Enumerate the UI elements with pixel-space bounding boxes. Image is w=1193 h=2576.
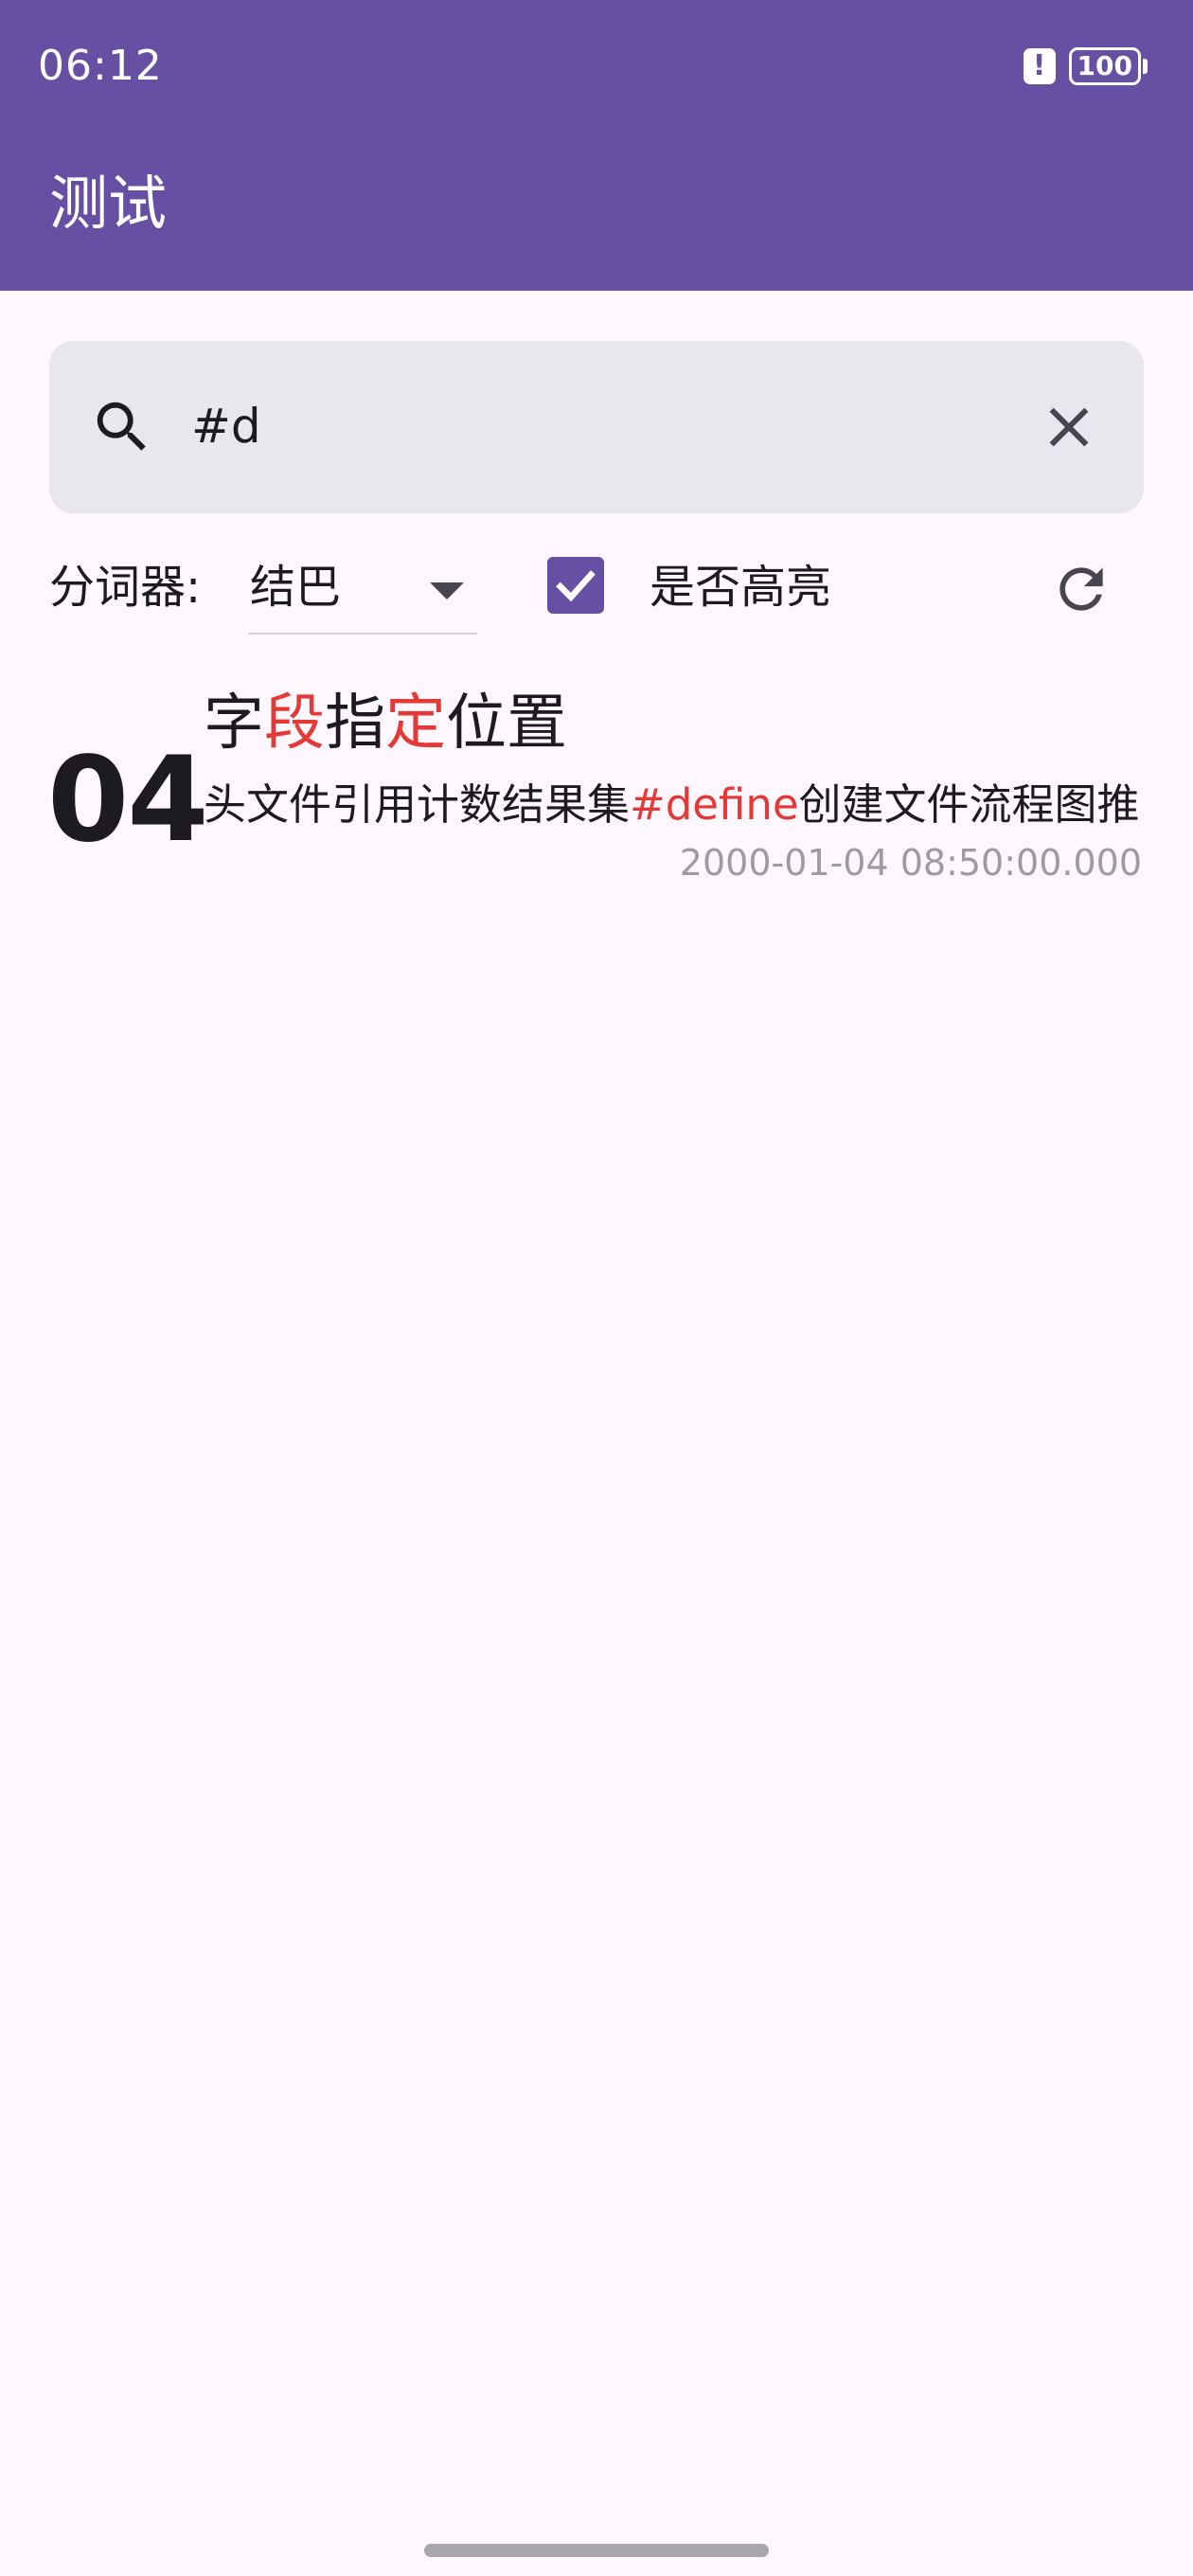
search-icon xyxy=(97,402,146,451)
highlight-label: 是否高亮 xyxy=(650,561,832,614)
alert-icon: ! xyxy=(1023,48,1056,84)
page-title: 测试 xyxy=(49,169,168,238)
status-bar: 06:12 ! 100 xyxy=(0,0,1193,133)
result-content: 头文件引用计数结果集#define创建文件流程图推 xyxy=(204,779,1140,830)
battery-level: 100 xyxy=(1068,47,1141,85)
check-icon xyxy=(556,570,596,602)
result-number: 04 xyxy=(47,732,209,868)
chevron-down-icon xyxy=(430,582,464,599)
result-timestamp: 2000-01-04 08:50:00.000 xyxy=(679,842,1142,884)
tokenizer-label: 分词器: xyxy=(49,561,202,614)
options-row: 分词器: 结巴 是否高亮 xyxy=(0,540,1193,644)
list-item[interactable]: 04 字段指定位置 头文件引用计数结果集#define创建文件流程图推 2000… xyxy=(0,672,1193,900)
tokenizer-value: 结巴 xyxy=(250,561,342,614)
home-indicator[interactable] xyxy=(424,2544,769,2557)
battery-icon: 100 xyxy=(1068,47,1148,85)
status-icons: ! 100 xyxy=(1023,47,1148,85)
status-time: 06:12 xyxy=(38,42,163,90)
refresh-icon[interactable] xyxy=(1049,557,1113,621)
tokenizer-dropdown[interactable]: 结巴 xyxy=(248,547,477,635)
app-bar: 测试 xyxy=(0,133,1193,291)
search-box[interactable] xyxy=(49,341,1144,513)
result-title: 字段指定位置 xyxy=(204,689,567,759)
clear-icon[interactable] xyxy=(1036,394,1102,460)
highlight-checkbox[interactable] xyxy=(547,557,604,614)
search-input[interactable] xyxy=(191,388,1024,464)
